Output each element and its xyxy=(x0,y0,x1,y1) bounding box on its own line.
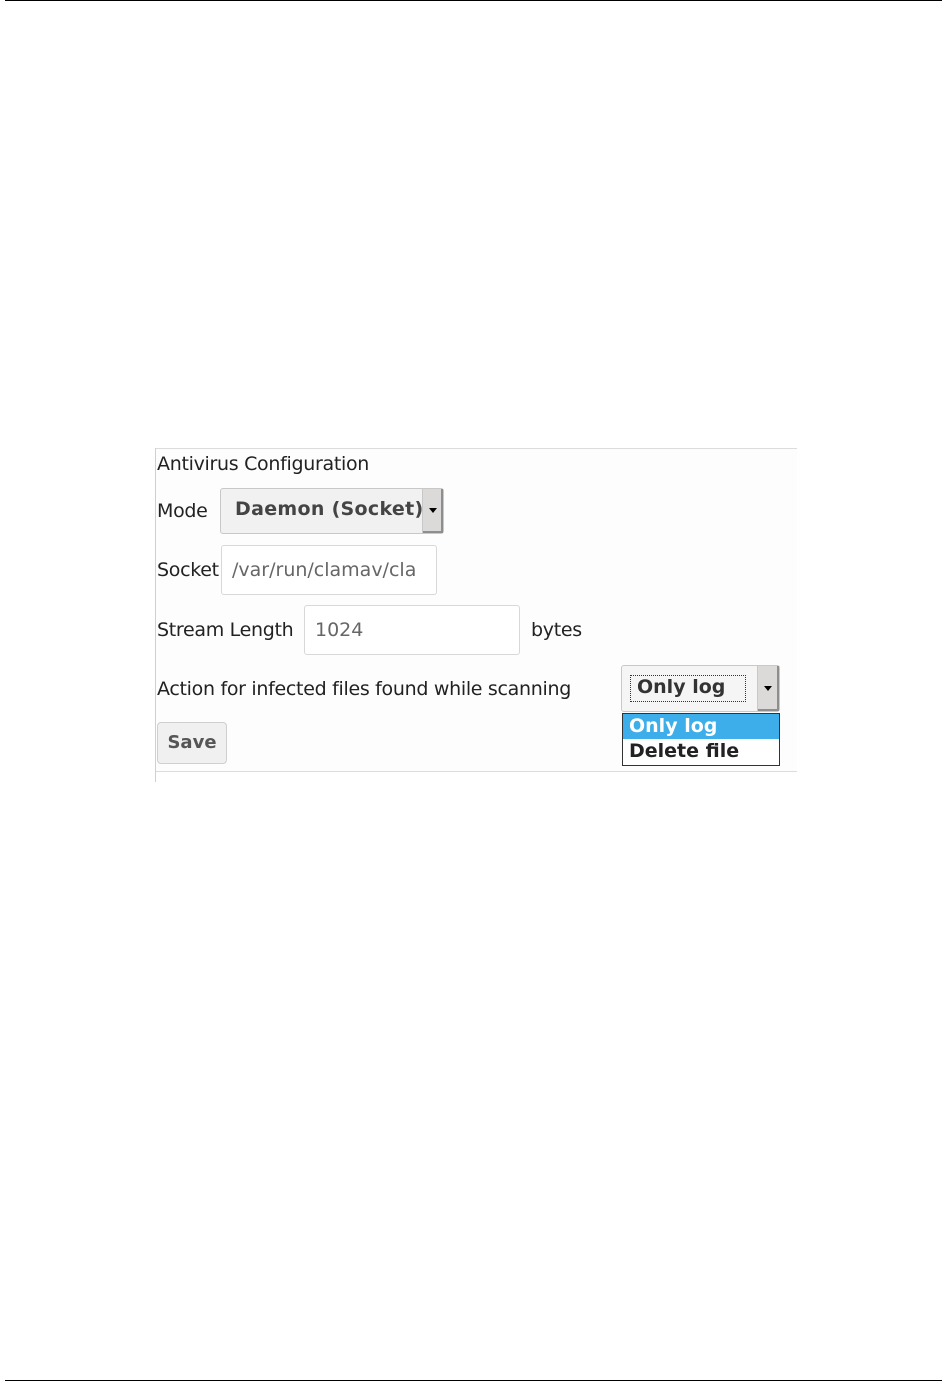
action-dropdown-list: Only log Delete file xyxy=(622,713,780,766)
page-top-rule xyxy=(5,0,942,1)
chevron-down-icon[interactable] xyxy=(757,666,779,711)
panel-title: Antivirus Configuration xyxy=(157,453,370,475)
dropdown-option-only-log[interactable]: Only log xyxy=(623,714,779,739)
action-label: Action for infected files found while sc… xyxy=(157,678,571,700)
stream-length-unit: bytes xyxy=(531,619,582,641)
action-select-value: Only log xyxy=(637,676,726,698)
dropdown-option-delete-file[interactable]: Delete file xyxy=(623,739,779,764)
mode-select-value: Daemon (Socket) xyxy=(235,498,424,520)
page-bottom-rule xyxy=(5,1380,942,1381)
socket-input[interactable]: /var/run/clamav/cla xyxy=(221,545,437,595)
save-button[interactable]: Save xyxy=(157,722,227,764)
stream-length-input[interactable]: 1024 xyxy=(304,605,520,655)
stream-length-label: Stream Length xyxy=(157,619,294,641)
socket-label: Socket xyxy=(157,559,219,581)
action-select[interactable]: Only log xyxy=(621,665,780,712)
mode-label: Mode xyxy=(157,500,208,522)
chevron-down-icon[interactable] xyxy=(422,489,443,533)
panel-left-border xyxy=(155,448,156,782)
mode-select[interactable]: Daemon (Socket) xyxy=(220,488,444,534)
